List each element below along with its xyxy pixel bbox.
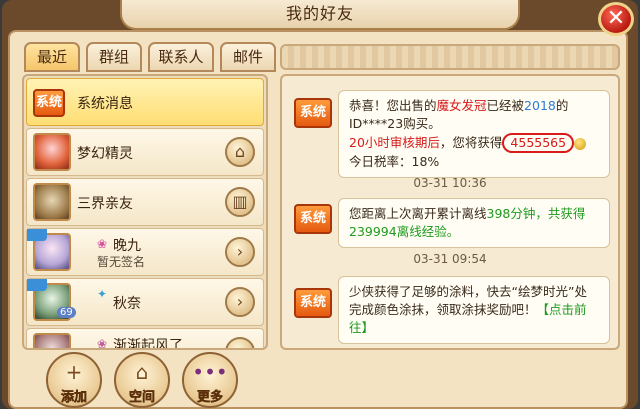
tab-contacts[interactable]: 联系人 xyxy=(148,42,214,72)
list-item-wanjiu[interactable]: ❀ 晚九 暂无签名 › xyxy=(26,228,264,276)
lotus-icon: ❀ xyxy=(97,337,108,350)
message-text: 恭喜！您出售的 xyxy=(349,98,437,113)
system-badge-icon: 系统 xyxy=(33,89,65,117)
more-button[interactable]: ••• 更多 xyxy=(182,352,238,408)
space-button[interactable]: ⌂ 空间 xyxy=(114,352,170,408)
list-item-sprite[interactable]: 梦幻精灵 ⌂ xyxy=(26,128,264,176)
home-button[interactable]: ⌂ xyxy=(225,137,255,167)
list-item-friends[interactable]: 三界亲友 ▥ xyxy=(26,178,264,226)
close-icon: ✕ xyxy=(606,6,626,31)
tax-rate: 今日税率：18% xyxy=(349,154,440,169)
orb-icon: ✦ xyxy=(97,287,108,301)
list-item-name: 三界亲友 xyxy=(77,196,133,212)
timestamp: 03-31 09:54 xyxy=(413,252,487,266)
close-button[interactable]: ✕ xyxy=(598,2,634,36)
list-item-name: 梦幻精灵 xyxy=(77,146,133,162)
earned-amount: 4555565 xyxy=(502,133,575,153)
message-text: 您距离上次离开累计离线 xyxy=(349,206,487,221)
timestamp: 03-31 10:36 xyxy=(413,176,487,190)
system-avatar-icon: 系统 xyxy=(294,98,332,128)
tab-groups[interactable]: 群组 xyxy=(86,42,142,72)
message-bubble: 少侠获得了足够的涂料，快去“绘梦时光”处完成颜色涂抹，领取涂抹奖励吧！【点击前往… xyxy=(338,276,610,344)
window-title: 我的好友 xyxy=(285,4,354,23)
coin-icon xyxy=(574,137,587,150)
tab-mail[interactable]: 邮件 xyxy=(220,42,276,72)
conversation-list: 系统 系统消息 梦幻精灵 ⌂ 三界亲友 ▥ ❀ 晚九 暂无签名 › ✦ 69 秋… xyxy=(22,74,268,350)
title-bar: 我的好友 xyxy=(120,0,520,30)
tag-icon xyxy=(27,229,47,241)
book-icon: ▥ xyxy=(232,192,248,211)
list-item-name: 系统消息 xyxy=(77,96,133,112)
more-dots-icon: ••• xyxy=(192,360,228,384)
open-chat-button[interactable]: › xyxy=(225,337,255,348)
lotus-icon: ❀ xyxy=(97,237,108,251)
avatar xyxy=(33,333,71,348)
list-item-system[interactable]: 系统 系统消息 xyxy=(26,78,264,126)
chevron-right-icon: › xyxy=(237,342,243,348)
add-friend-button[interactable]: + 添加 xyxy=(46,352,102,408)
tag-icon xyxy=(27,279,47,291)
open-chat-button[interactable]: › xyxy=(225,237,255,267)
year-value: 2018 xyxy=(524,98,556,113)
home-icon: ⌂ xyxy=(234,142,246,161)
message-text: ，您将获得 xyxy=(439,135,503,150)
system-avatar-icon: 系统 xyxy=(294,288,332,318)
tab-bar: 最近 群组 联系人 邮件 xyxy=(24,42,276,72)
chevron-right-icon: › xyxy=(236,292,244,311)
tab-recent[interactable]: 最近 xyxy=(24,42,80,72)
chat-panel: 系统 恭喜！您出售的魔女发冠已经被2018的ID****23购买。 20小时审核… xyxy=(280,74,620,350)
house-icon: ⌂ xyxy=(135,360,149,384)
open-chat-button[interactable]: › xyxy=(225,287,255,317)
more-label: 更多 xyxy=(196,390,224,406)
list-item-qiunai[interactable]: ✦ 69 秋奈 › xyxy=(26,278,264,326)
avatar xyxy=(33,183,71,221)
system-avatar-icon: 系统 xyxy=(294,204,332,234)
message-bubble: 恭喜！您出售的魔女发冠已经被2018的ID****23购买。 20小时审核期后，… xyxy=(338,90,610,178)
list-item-name: 渐渐起风了 xyxy=(113,338,183,350)
chat-header xyxy=(280,44,620,70)
avatar xyxy=(33,133,71,171)
list-item-name: 秋奈 xyxy=(113,296,141,312)
item-name: 魔女发冠 xyxy=(436,98,487,113)
level-badge: 69 xyxy=(57,307,76,318)
add-friend-icon: + xyxy=(65,360,83,384)
chevron-right-icon: › xyxy=(236,242,244,261)
space-label: 空间 xyxy=(128,390,156,406)
list-item-signature: 暂无签名 xyxy=(97,255,146,269)
book-button[interactable]: ▥ xyxy=(225,187,255,217)
message-bubble: 您距离上次离开累计离线398分钟，共获得239994离线经验。 xyxy=(338,198,610,248)
message-text: 已经被 xyxy=(486,98,525,113)
list-item-name: 晚九 xyxy=(113,238,141,254)
list-item-wind[interactable]: ❀ 渐渐起风了 › xyxy=(26,328,264,350)
add-friend-label: 添加 xyxy=(60,390,88,406)
review-period: 20小时审核期后 xyxy=(349,135,440,150)
